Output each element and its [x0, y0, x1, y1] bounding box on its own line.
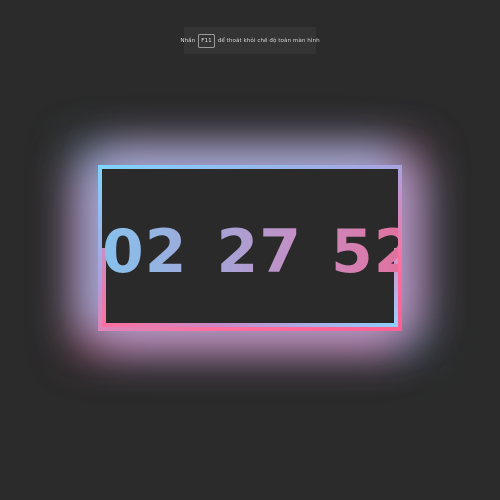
- clock-display: 02:27:52: [102, 219, 398, 288]
- notice-prefix-text: Nhấn: [180, 37, 196, 44]
- f11-key-badge: F11: [198, 33, 215, 48]
- clock-seconds: 52: [331, 217, 417, 287]
- clock-minutes: 27: [216, 217, 302, 287]
- clock-separator: :: [306, 223, 327, 281]
- frame-bottom-edge: [102, 323, 398, 327]
- fullscreen-clock-page: Nhấn F11 để thoát khỏi chế độ toàn màn h…: [0, 0, 500, 500]
- clock-hours: 02: [102, 217, 188, 287]
- notice-suffix-text: để thoát khỏi chế độ toàn màn hình: [217, 37, 320, 44]
- fullscreen-exit-notice: Nhấn F11 để thoát khỏi chế độ toàn màn h…: [180, 27, 320, 54]
- clock-panel: 02:27:52: [98, 165, 402, 331]
- clock-separator: :: [191, 223, 213, 281]
- neon-frame: 02:27:52: [98, 165, 402, 331]
